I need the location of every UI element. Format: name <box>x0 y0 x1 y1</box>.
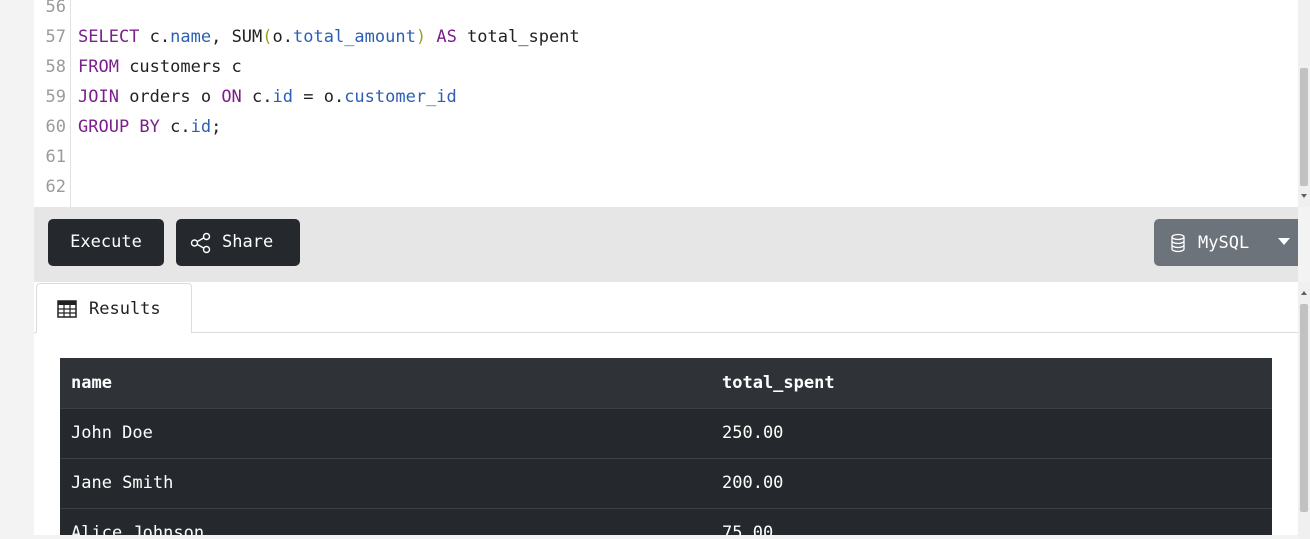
table-cell-total-spent: 75.00 <box>711 508 1272 535</box>
sql-playground: 56 57 58 59 60 61 62 SELECT c.name, SUM(o.tota… <box>34 0 1298 535</box>
line-number: 62 <box>45 177 66 197</box>
editor-scrollbar-thumb[interactable] <box>1300 68 1308 186</box>
tab-results-label: Results <box>89 298 161 319</box>
code-token: o. <box>272 27 294 47</box>
left-margin <box>0 0 34 539</box>
line-number: 57 <box>45 27 66 47</box>
results-scrollbar[interactable] <box>1298 282 1310 539</box>
code-token: orders o <box>118 87 222 107</box>
table-cell-total-spent: 250.00 <box>711 408 1272 459</box>
share-button[interactable]: Share <box>176 219 300 266</box>
table-row: Alice Johnson 75.00 <box>60 508 1272 535</box>
results-scrollbar-thumb[interactable] <box>1300 304 1308 512</box>
tab-results[interactable]: Results <box>36 283 192 333</box>
code-token: ) <box>415 27 427 47</box>
table-row: Jane Smith 200.00 <box>60 458 1272 509</box>
line-number: 59 <box>45 87 66 107</box>
code-token: , SUM <box>211 27 263 47</box>
column-header-total-spent: total_spent <box>711 358 1272 409</box>
table-header-row: name total_spent <box>60 358 1272 409</box>
line-number: 56 <box>45 0 66 17</box>
chevron-down-icon <box>1278 238 1290 245</box>
table-icon <box>57 299 77 318</box>
share-icon <box>190 232 211 253</box>
line-number: 61 <box>45 147 66 167</box>
code-editor[interactable]: 56 57 58 59 60 61 62 SELECT c.name, SUM(o.tota… <box>34 0 1298 207</box>
table-cell-name: John Doe <box>60 408 711 459</box>
table-cell-total-spent: 200.00 <box>711 458 1272 509</box>
line-number: 60 <box>45 117 66 137</box>
column-header-name: name <box>60 358 711 409</box>
code-line[interactable]: GROUP BY c.id; <box>78 112 221 142</box>
sql-keyword: GROUP BY <box>78 117 160 137</box>
results-table: name total_spent John Doe 250.00 Jane Sm… <box>60 358 1272 535</box>
sql-keyword: AS <box>436 27 457 47</box>
code-line[interactable]: FROM customers c <box>78 52 242 82</box>
code-token: ; <box>211 117 222 137</box>
results-panel: Results name total_spent John Doe 250.00 <box>34 282 1298 535</box>
database-select[interactable]: MySQL <box>1154 219 1298 266</box>
editor-scrollbar[interactable] <box>1298 0 1310 207</box>
code-line[interactable]: SELECT c.name, SUM(o.total_amount) AS to… <box>78 22 580 52</box>
code-token: total_spent <box>456 27 580 47</box>
line-number: 58 <box>45 57 66 77</box>
sql-identifier: id <box>190 117 212 137</box>
sql-keyword: JOIN <box>78 87 119 107</box>
code-token: ( <box>262 27 273 47</box>
sql-keyword: FROM <box>78 57 119 77</box>
code-line[interactable]: JOIN orders o ON c.id = o.customer_id <box>78 82 457 112</box>
sql-identifier: id <box>272 87 293 107</box>
scroll-down-arrow-icon[interactable] <box>1301 194 1307 198</box>
sql-identifier: total_amount <box>293 27 416 47</box>
share-button-label: Share <box>222 232 274 252</box>
table-row: John Doe 250.00 <box>60 408 1272 459</box>
sql-keyword: ON <box>221 87 242 107</box>
results-tabbar: Results <box>34 282 1298 333</box>
sql-identifier: name <box>170 27 212 47</box>
code-token: = o. <box>293 87 345 107</box>
code-token: c. <box>159 117 191 137</box>
code-token: customers c <box>118 57 242 77</box>
line-number-gutter: 56 57 58 59 60 61 62 <box>34 0 71 207</box>
scroll-up-arrow-icon[interactable] <box>1301 291 1307 295</box>
execute-button[interactable]: Execute <box>48 219 164 266</box>
database-select-value: MySQL <box>1198 232 1250 253</box>
toolbar: Execute Share MySQL <box>34 207 1298 282</box>
sql-keyword: SELECT <box>78 27 140 47</box>
results-table-container: name total_spent John Doe 250.00 Jane Sm… <box>60 358 1272 535</box>
execute-button-label: Execute <box>70 232 142 252</box>
table-cell-name: Jane Smith <box>60 458 711 509</box>
code-token: c. <box>241 87 273 107</box>
sql-identifier: customer_id <box>344 87 457 107</box>
database-icon <box>1171 233 1185 252</box>
code-token: c. <box>139 27 171 47</box>
table-cell-name: Alice Johnson <box>60 508 711 535</box>
